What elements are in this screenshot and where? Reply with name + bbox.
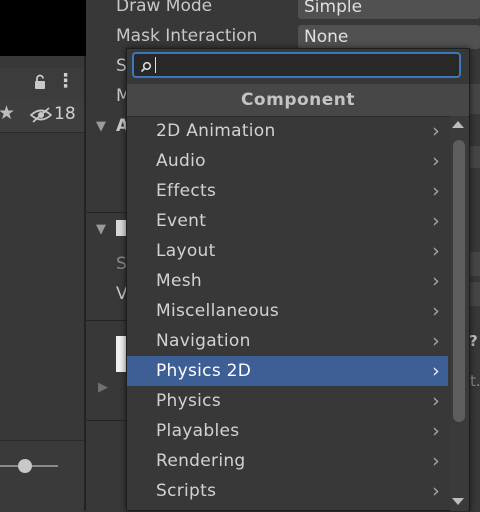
chevron-right-icon: › — [432, 450, 440, 472]
menu-item[interactable]: 2D Animation › — [127, 116, 448, 146]
menu-item-label: Mesh — [156, 271, 202, 291]
help-icon[interactable]: ? — [469, 332, 478, 350]
zoom-slider-thumb[interactable] — [18, 459, 32, 473]
search-input[interactable] — [132, 52, 461, 78]
menu-item-label: Navigation — [156, 331, 251, 351]
chevron-right-icon: › — [432, 240, 440, 262]
chevron-right-icon: › — [432, 150, 440, 172]
menu-item[interactable]: Audio › — [127, 146, 448, 176]
chevron-right-icon: › — [432, 180, 440, 202]
star-icon[interactable]: ★ — [0, 102, 15, 124]
menu-item[interactable]: Event › — [127, 206, 448, 236]
chevron-right-icon: › — [432, 420, 440, 442]
menu-item[interactable]: Physics › — [127, 386, 448, 416]
chevron-right-icon: › — [432, 480, 440, 502]
truncated-text: t. — [470, 372, 480, 390]
footer-divider — [86, 420, 126, 421]
inspector-right-strip — [470, 282, 480, 306]
popup-title: Component — [127, 84, 469, 117]
search-icon — [140, 58, 152, 73]
inspector-right-strip — [470, 252, 480, 276]
menu-item-label: Playables — [156, 421, 240, 441]
hidden-count: 18 — [54, 104, 76, 124]
chevron-right-icon: › — [432, 360, 440, 382]
hidden-eye-icon[interactable] — [29, 106, 53, 124]
scrollbar-thumb[interactable] — [453, 140, 465, 422]
menu-item[interactable]: Effects › — [127, 176, 448, 206]
menu-item[interactable]: Rendering › — [127, 446, 448, 476]
chevron-right-icon: › — [432, 120, 440, 142]
component-category-list: 2D Animation › Audio › Effects › Event › Layout ›… — [127, 116, 449, 511]
preview-swatch — [116, 336, 126, 372]
component-icon — [116, 220, 126, 236]
menu-item-label: Effects — [156, 181, 217, 201]
text-cursor — [155, 57, 156, 73]
foldout-arrow-icon[interactable]: ▼ — [96, 119, 106, 134]
chevron-right-icon: › — [432, 270, 440, 292]
menu-item-label: Rendering — [156, 451, 246, 471]
component-divider — [86, 212, 126, 213]
menu-item-label: Physics — [156, 391, 221, 411]
hierarchy-header: ⋮ — [0, 68, 84, 99]
foldout-arrow-icon[interactable]: ▼ — [96, 222, 106, 237]
menu-item-label: Layout — [156, 241, 216, 261]
menu-item[interactable]: Mesh › — [127, 266, 448, 296]
menu-item-label: Event — [156, 211, 207, 231]
draw-mode-label: Draw Mode — [116, 0, 213, 16]
menu-item[interactable]: Physics 2D › — [127, 356, 448, 386]
chevron-right-icon: › — [432, 300, 440, 322]
inspector-right-strip — [470, 84, 480, 114]
more-options-icon[interactable]: ⋮ — [56, 70, 75, 92]
menu-item-label: 2D Animation — [156, 121, 276, 141]
menu-item[interactable]: Scripts › — [127, 476, 448, 506]
chevron-right-icon: › — [432, 210, 440, 232]
hierarchy-toolbar: ★ 18 — [0, 98, 84, 133]
menu-item-label: Audio — [156, 151, 206, 171]
menu-item[interactable]: Miscellaneous › — [127, 296, 448, 326]
menu-item-label: Physics 2D — [156, 361, 252, 381]
menu-item-label: Miscellaneous — [156, 301, 280, 321]
mask-interaction-field[interactable]: None — [298, 25, 480, 49]
hierarchy-footer — [0, 440, 84, 512]
chevron-right-icon: › — [432, 330, 440, 352]
menu-item[interactable]: Layout › — [127, 236, 448, 266]
scroll-down-arrow-icon[interactable] — [452, 498, 464, 505]
section-divider — [86, 320, 126, 321]
menu-item-label: Scripts — [156, 481, 217, 501]
draw-mode-field[interactable]: Simple — [298, 0, 480, 19]
scene-view-area — [0, 0, 86, 56]
chevron-right-icon: › — [432, 390, 440, 412]
inspector-right-strip — [470, 146, 480, 168]
lock-icon[interactable] — [34, 74, 46, 90]
menu-item[interactable]: Navigation › — [127, 326, 448, 356]
expand-arrow-icon[interactable]: ▶ — [98, 380, 108, 395]
mask-interaction-label: Mask Interaction — [116, 26, 258, 46]
menu-item[interactable]: Playables › — [127, 416, 448, 446]
scroll-up-arrow-icon[interactable] — [452, 121, 464, 128]
